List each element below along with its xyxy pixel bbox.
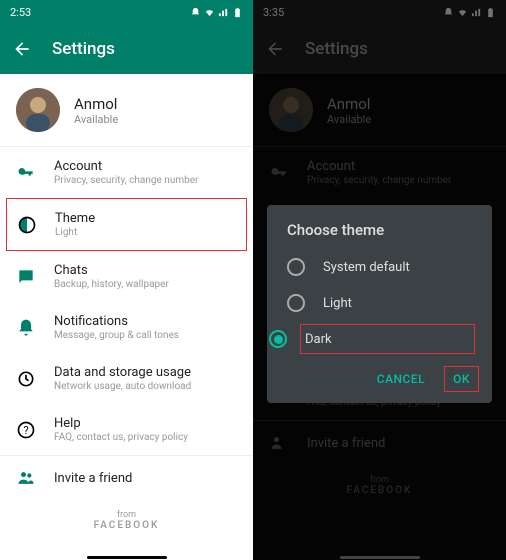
profile-status: Available <box>74 113 237 126</box>
ok-button[interactable]: OK <box>445 367 478 391</box>
radio-label: Light <box>323 296 352 311</box>
battery-icon <box>232 7 243 18</box>
cancel-button[interactable]: CANCEL <box>369 367 433 391</box>
chat-icon <box>16 267 36 287</box>
svg-text:?: ? <box>23 424 28 437</box>
menu-title: Notifications <box>54 314 237 329</box>
page-title: Settings <box>52 39 115 59</box>
app-bar: Settings <box>0 24 253 74</box>
radio-system-default[interactable]: System default <box>267 249 492 285</box>
notification-off-icon <box>190 7 201 18</box>
status-bar: 2:53 <box>0 0 253 24</box>
radio-label: System default <box>323 260 410 275</box>
avatar <box>16 88 60 132</box>
dialog-title: Choose theme <box>267 221 492 249</box>
menu-sub: Light <box>55 227 236 238</box>
phone-light: 2:53 Settings Anmol Available AccountPri… <box>0 0 253 560</box>
menu-title: Data and storage usage <box>54 365 237 380</box>
data-icon <box>16 369 36 389</box>
menu-title: Account <box>54 159 237 174</box>
menu-sub: Backup, history, wallpaper <box>54 279 237 290</box>
profile-name: Anmol <box>74 95 237 113</box>
wifi-icon <box>204 7 215 18</box>
key-icon <box>16 163 36 183</box>
bell-icon <box>16 318 36 338</box>
menu-title: Chats <box>54 263 237 278</box>
nav-bar[interactable] <box>0 554 253 560</box>
menu-item-help[interactable]: ? HelpFAQ, contact us, privacy policy <box>0 404 253 455</box>
theme-icon <box>17 215 37 235</box>
dialog-actions: CANCEL OK <box>267 357 492 395</box>
back-icon[interactable] <box>12 39 32 59</box>
clock: 2:53 <box>10 6 31 19</box>
menu-sub: Privacy, security, change number <box>54 175 237 186</box>
menu-item-account[interactable]: AccountPrivacy, security, change number <box>0 147 253 198</box>
menu-item-notifications[interactable]: NotificationsMessage, group & call tones <box>0 302 253 353</box>
radio-icon <box>287 258 305 276</box>
footer: from FACEBOOK <box>0 500 253 537</box>
profile-texts: Anmol Available <box>74 95 237 126</box>
radio-light[interactable]: Light <box>267 285 492 321</box>
profile-row[interactable]: Anmol Available <box>0 74 253 146</box>
menu-item-invite[interactable]: Invite a friend <box>0 456 253 500</box>
menu-item-theme[interactable]: ThemeLight <box>6 198 247 251</box>
footer-from: from <box>0 510 253 520</box>
help-icon: ? <box>16 420 36 440</box>
radio-icon-selected <box>269 330 287 348</box>
menu-item-data[interactable]: Data and storage usageNetwork usage, aut… <box>0 353 253 404</box>
menu-title: Help <box>54 416 237 431</box>
signal-icon <box>218 7 229 18</box>
radio-icon <box>287 294 305 312</box>
menu-sub: FAQ, contact us, privacy policy <box>54 432 237 443</box>
menu-sub: Network usage, auto download <box>54 381 237 392</box>
nav-handle <box>340 556 420 559</box>
theme-dialog: Choose theme System default Light Dark C… <box>267 205 492 403</box>
radio-dark[interactable]: Dark <box>297 321 478 357</box>
menu-title: Theme <box>55 211 236 226</box>
menu-sub: Message, group & call tones <box>54 330 237 341</box>
people-icon <box>16 468 36 488</box>
menu-item-chats[interactable]: ChatsBackup, history, wallpaper <box>0 251 253 302</box>
nav-bar[interactable] <box>253 554 506 560</box>
radio-label: Dark <box>305 332 332 347</box>
menu-title: Invite a friend <box>54 471 237 486</box>
phone-dark: 3:35 Settings AnmolAvailable AccountPriv… <box>253 0 506 560</box>
status-icons <box>190 7 243 18</box>
nav-handle <box>87 556 167 559</box>
footer-brand: FACEBOOK <box>0 520 253 531</box>
